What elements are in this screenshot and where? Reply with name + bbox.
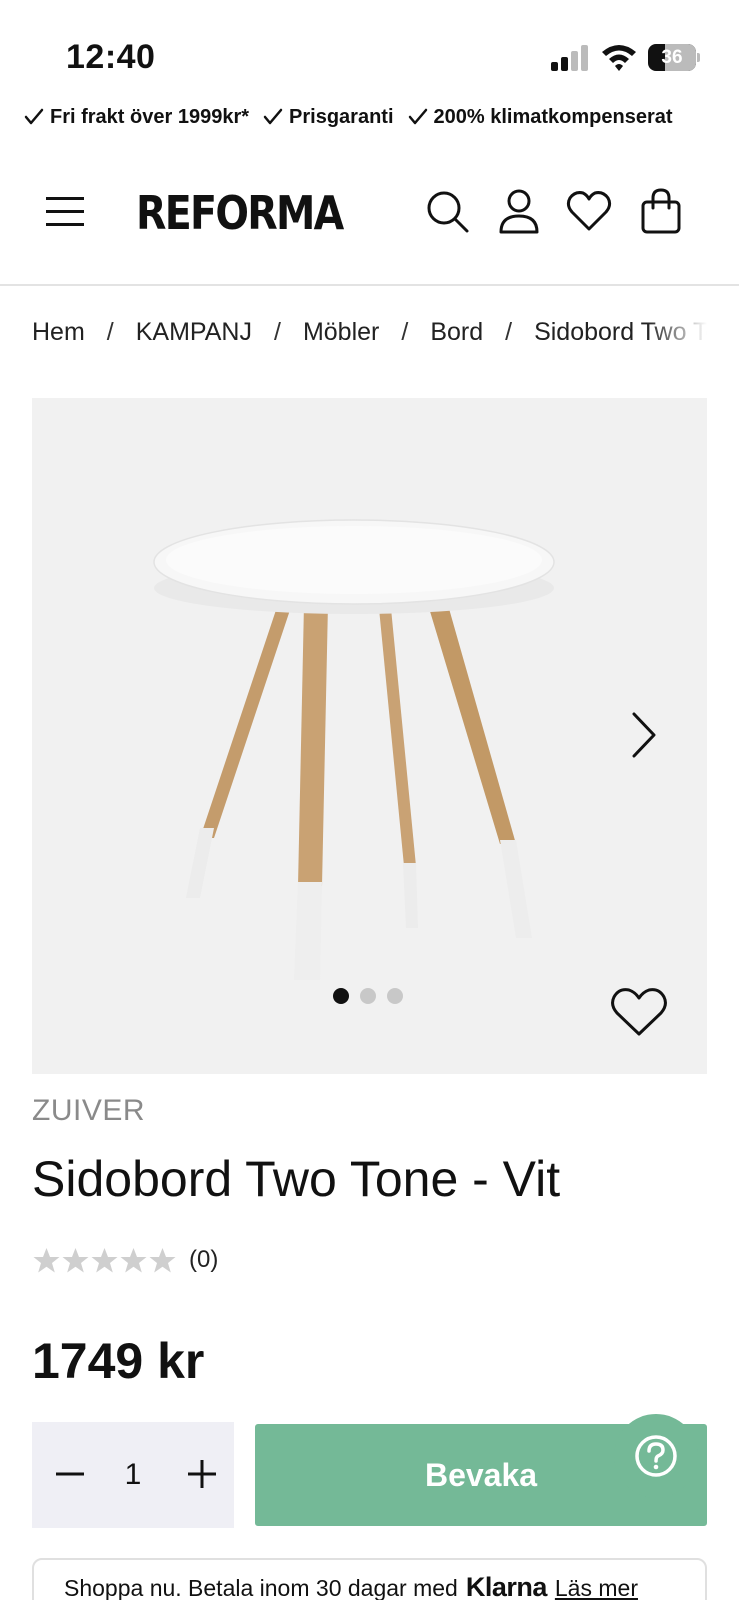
product-title: Sidobord Two Tone - Vit: [32, 1151, 561, 1207]
star-icon: [91, 1248, 118, 1273]
usp-text: Fri frakt över 1999kr*: [50, 105, 250, 128]
usp-text: 200% klimatkompenserat: [433, 105, 673, 128]
search-icon[interactable]: [424, 188, 470, 234]
gallery-dot[interactable]: [360, 988, 376, 1004]
gallery-dot[interactable]: [387, 988, 403, 1004]
check-icon: [263, 108, 283, 125]
battery-level: 36: [661, 47, 683, 68]
klarna-banner: Shoppa nu. Betala inom 30 dagar med Klar…: [32, 1558, 707, 1600]
quantity-value[interactable]: 1: [110, 1454, 156, 1496]
quantity-stepper: 1: [32, 1422, 234, 1528]
product-image: [153, 519, 555, 980]
check-icon: [24, 108, 44, 125]
battery-indicator: 36: [648, 44, 700, 71]
check-icon: [408, 108, 427, 125]
wishlist-icon[interactable]: [566, 188, 612, 234]
breadcrumb-separator: /: [106, 318, 114, 346]
product-brand[interactable]: ZUIVER: [32, 1094, 145, 1128]
usp-text: Prisgaranti: [289, 105, 394, 128]
plus-icon[interactable]: [182, 1454, 222, 1494]
usp-item: Prisgaranti: [263, 105, 394, 129]
star-icon: [33, 1248, 60, 1273]
site-header: REFORMA: [0, 160, 739, 286]
breadcrumb-item[interactable]: Bord: [430, 318, 483, 346]
menu-icon[interactable]: [46, 194, 86, 228]
cart-icon[interactable]: [638, 188, 684, 234]
breadcrumb-item[interactable]: Hem: [32, 318, 85, 346]
breadcrumb-item[interactable]: Sidobord Two Tone - Vit: [534, 318, 707, 346]
star-icon: [62, 1248, 89, 1273]
breadcrumb-item[interactable]: KAMPANJ: [136, 318, 252, 346]
product-price: 1749 kr: [32, 1333, 205, 1389]
breadcrumb-separator: /: [401, 318, 409, 346]
rating-stars: [32, 1246, 177, 1274]
status-bar: 12:40 36: [0, 0, 739, 95]
rating-count: (0): [189, 1246, 219, 1273]
question-mark-icon: [635, 1435, 677, 1477]
account-icon[interactable]: [496, 188, 542, 234]
breadcrumb: Hem / KAMPANJ / Möbler / Bord / Sidobord Two Ton…: [32, 318, 707, 358]
wifi-icon: [602, 45, 636, 71]
breadcrumb-item[interactable]: Möbler: [303, 318, 379, 346]
minus-icon[interactable]: [50, 1454, 90, 1494]
star-icon: [120, 1248, 147, 1273]
battery-tip: [697, 53, 700, 62]
klarna-read-more-link[interactable]: Läs mer: [555, 1575, 638, 1600]
gallery-dots: [333, 988, 414, 1004]
usp-item: Fri frakt över 1999kr*: [24, 106, 249, 129]
klarna-logo: Klarna: [465, 1572, 548, 1600]
product-image-gallery[interactable]: [32, 398, 707, 1074]
gallery-dot[interactable]: [333, 988, 349, 1004]
breadcrumb-separator: /: [273, 318, 281, 346]
chevron-right-icon[interactable]: [628, 710, 660, 760]
reforma-logo[interactable]: REFORMA: [136, 186, 344, 240]
usp-bar: Fri frakt över 1999kr* Prisgaranti 200% kl…: [24, 102, 724, 132]
product-rating[interactable]: (0): [32, 1246, 218, 1274]
heart-outline-icon[interactable]: [610, 986, 668, 1038]
breadcrumb-separator: /: [505, 318, 513, 346]
status-time: 12:40: [66, 38, 156, 76]
help-chat-button[interactable]: [614, 1414, 698, 1498]
usp-item: 200% klimatkompenserat: [408, 106, 673, 129]
klarna-text: Shoppa nu. Betala inom 30 dagar med: [64, 1575, 458, 1600]
star-icon: [149, 1248, 176, 1273]
cellular-signal-icon: [551, 45, 588, 71]
battery-body: 36: [648, 44, 696, 71]
